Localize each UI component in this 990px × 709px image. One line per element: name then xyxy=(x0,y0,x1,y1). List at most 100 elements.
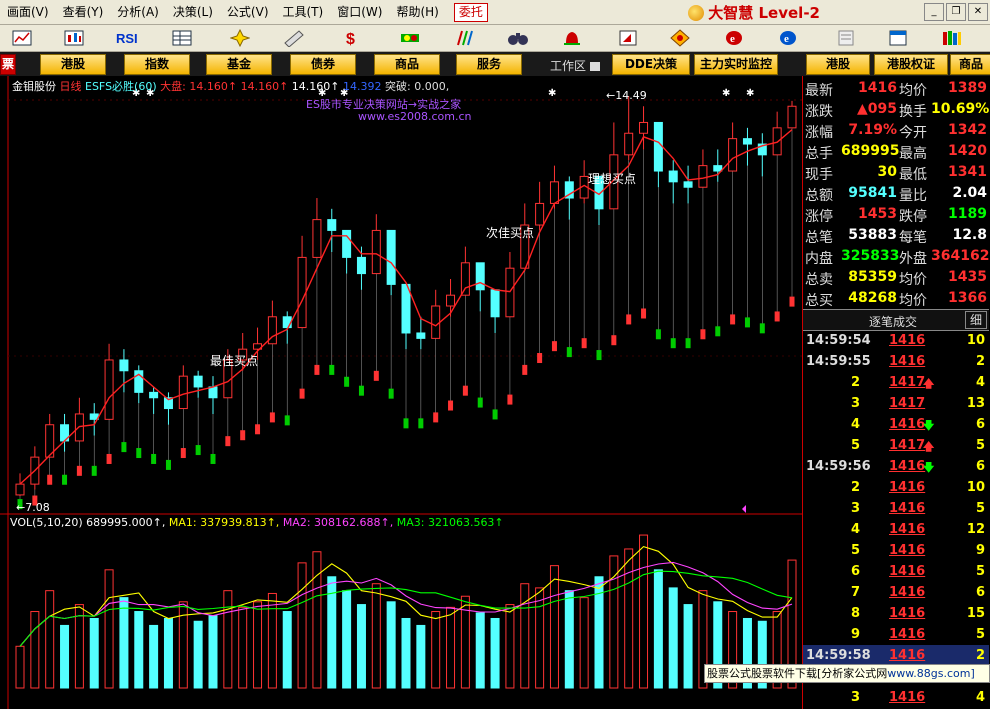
flag-icon[interactable] xyxy=(616,27,640,49)
tick-row[interactable]: 3 1417 13 xyxy=(803,393,989,414)
close-icon[interactable]: ✕ xyxy=(968,3,988,21)
candle-body xyxy=(297,256,307,329)
workarea-dropdown[interactable]: 工作区 xyxy=(550,57,601,74)
window-icon[interactable] xyxy=(886,27,910,49)
tick-price: 1416 xyxy=(889,522,926,537)
indicator-icon[interactable] xyxy=(398,27,422,49)
tick-detail-button[interactable]: 细 xyxy=(965,311,987,329)
star-marker: ✱ xyxy=(722,88,730,99)
tab-index[interactable]: 指数 xyxy=(124,54,190,75)
tick-volume: 13 xyxy=(966,396,985,411)
tick-row[interactable]: 14:59:54 1416 10 xyxy=(803,330,989,351)
quote-label: 量比 xyxy=(899,188,927,204)
tab-commodities-2[interactable]: 商品 xyxy=(950,54,990,75)
ad-banner[interactable]: 股票公式股票软件下载[分析家公式网www.88gs.com] xyxy=(704,664,990,683)
support-candle xyxy=(626,314,632,325)
tab-hk-warrants[interactable]: 港股权证 xyxy=(874,54,948,75)
support-candle xyxy=(477,397,483,408)
best-buy-label: 最佳买点 xyxy=(210,354,259,368)
tab-services[interactable]: 服务 xyxy=(456,54,522,75)
quote-label: 涨停 xyxy=(805,209,833,225)
tick-row[interactable]: 6 1416 5 xyxy=(803,561,989,582)
volume-bar xyxy=(312,551,322,689)
candle-body xyxy=(104,359,114,420)
support-candle xyxy=(284,415,290,426)
tick-volume: 4 xyxy=(975,375,985,390)
tab-bonds[interactable]: 债券 xyxy=(290,54,356,75)
candle-body xyxy=(653,121,663,172)
tick-row[interactable]: 4 1416 12 xyxy=(803,519,989,540)
chart-title-line: 金钼股份 日线 ESFS必胜(60) 大盘: 14.160↑ 14.160↑ 1… xyxy=(12,78,449,94)
table-icon[interactable] xyxy=(170,27,194,49)
tick-row[interactable]: 14:59:55 1416 2 xyxy=(803,351,989,372)
bars-icon[interactable] xyxy=(452,27,476,49)
tab-edge[interactable]: 票 xyxy=(0,54,16,75)
dollar-icon[interactable]: $ xyxy=(340,27,364,49)
candle-body xyxy=(639,121,649,134)
quote-label: 总额 xyxy=(805,188,833,204)
brand-logo-icon xyxy=(688,5,705,21)
kline-chart[interactable]: ✱ ✱ ✱ ✱ ✱ ✱ ✱ xyxy=(0,76,802,709)
menu-formula[interactable]: 公式(V) xyxy=(220,1,276,23)
tick-row[interactable]: 5 1416 9 xyxy=(803,540,989,561)
volume-bar xyxy=(356,604,366,689)
tick-row[interactable]: 9 1416 5 xyxy=(803,624,989,645)
tab-dde-decision[interactable]: DDE决策 xyxy=(612,54,690,75)
menu-look[interactable]: 查看(Y) xyxy=(56,1,111,23)
chart-view-icon[interactable] xyxy=(10,27,34,49)
menu-tools[interactable]: 工具(T) xyxy=(276,1,331,23)
ad-url[interactable]: www.88gs.com] xyxy=(887,667,974,680)
tick-row[interactable]: 4 1416 🡇 6 xyxy=(803,414,989,435)
rsi-icon[interactable]: RSI xyxy=(114,27,142,49)
alarm-icon[interactable] xyxy=(560,27,584,49)
quote-value: 1453 xyxy=(858,206,897,222)
menu-window[interactable]: 窗口(W) xyxy=(330,1,389,23)
tick-row[interactable]: 14:59:58 1416 2 xyxy=(803,645,989,666)
quote-label: 总卖 xyxy=(805,272,833,288)
entrust-button[interactable]: 委托 xyxy=(453,2,488,22)
ruler-icon[interactable] xyxy=(282,27,306,49)
quote-label: 总买 xyxy=(805,293,833,309)
tick-row[interactable]: 5 1417 🡅 5 xyxy=(803,435,989,456)
tab-hk-stocks-2[interactable]: 港股 xyxy=(806,54,870,75)
tab-funds[interactable]: 基金 xyxy=(206,54,272,75)
tick-volume: 4 xyxy=(975,690,985,705)
tick-row[interactable]: 2 1416 10 xyxy=(803,477,989,498)
volume-bar xyxy=(104,569,114,689)
tab-main-monitor[interactable]: 主力实时监控 xyxy=(694,54,778,75)
crosshair-icon[interactable] xyxy=(228,27,252,49)
quote-label: 最高 xyxy=(899,146,927,162)
minimize-icon[interactable]: _ xyxy=(924,3,944,21)
ie-red-icon[interactable]: e xyxy=(722,27,746,49)
candle-body xyxy=(282,316,292,329)
tick-price: 1417 xyxy=(889,396,926,411)
menu-analysis[interactable]: 分析(A) xyxy=(110,1,166,23)
diamond-icon[interactable] xyxy=(668,27,692,49)
tick-row[interactable]: 3 1416 4 xyxy=(803,687,989,708)
tab-hk-stocks[interactable]: 港股 xyxy=(40,54,106,75)
document-icon[interactable] xyxy=(834,27,858,49)
menu-view[interactable]: 画面(V) xyxy=(0,1,56,23)
volume-bar xyxy=(74,604,84,689)
quote-value: 53883 xyxy=(848,227,897,243)
volume-bar xyxy=(416,624,426,689)
candle-body xyxy=(342,229,352,258)
tick-row[interactable]: 14:59:56 1416 🡇 6 xyxy=(803,456,989,477)
ad-text: 股票公式股票软件下载[分析家公式网 xyxy=(707,667,888,680)
menu-decision[interactable]: 决策(L) xyxy=(166,1,220,23)
kline-icon[interactable] xyxy=(62,27,86,49)
tick-row[interactable]: 8 1416 15 xyxy=(803,603,989,624)
volume-bar xyxy=(683,604,693,689)
arrow-up-icon: 🡅 xyxy=(923,377,935,390)
tick-row[interactable]: 3 1416 5 xyxy=(803,498,989,519)
ie-blue-icon[interactable]: e xyxy=(776,27,800,49)
tab-commodities[interactable]: 商品 xyxy=(374,54,440,75)
restore-icon[interactable]: ❐ xyxy=(946,3,966,21)
arrow-down-icon: 🡇 xyxy=(923,461,935,474)
tick-row[interactable]: 7 1416 6 xyxy=(803,582,989,603)
tick-row[interactable]: 2 1417 🡅 4 xyxy=(803,372,989,393)
menu-help[interactable]: 帮助(H) xyxy=(389,1,445,23)
binoculars-icon[interactable] xyxy=(506,27,530,49)
chart-area[interactable]: ✱ ✱ ✱ ✱ ✱ ✱ ✱ 金钼股份 日线 ESFS必胜(60) 大盘: 14.160↑ 1… xyxy=(0,76,802,709)
books-icon[interactable] xyxy=(940,27,964,49)
